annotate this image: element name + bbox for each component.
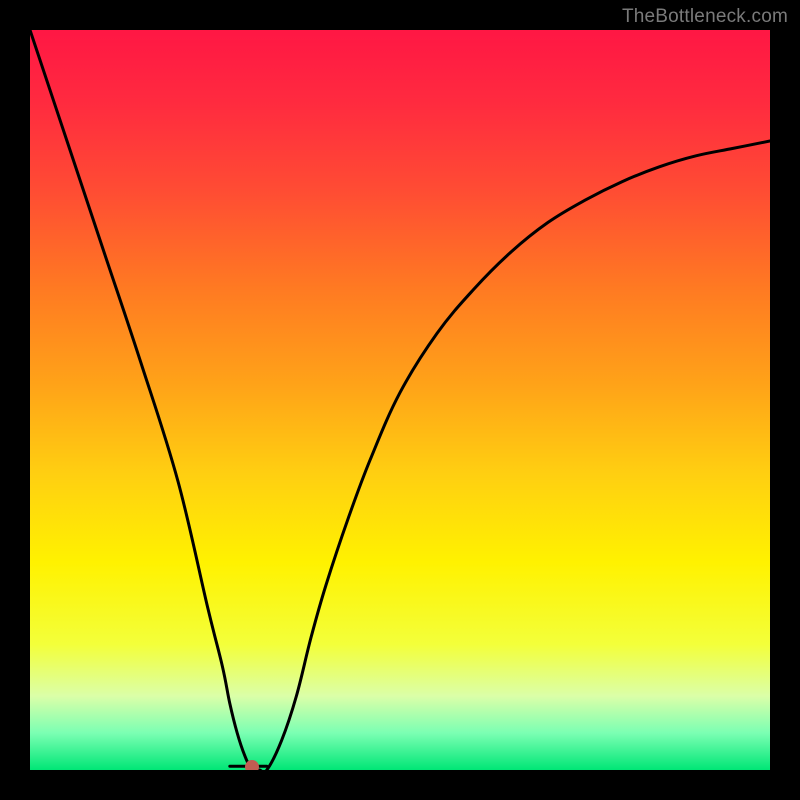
chart-plot (30, 30, 770, 770)
watermark-text: TheBottleneck.com (622, 6, 788, 28)
gradient-background (30, 30, 770, 770)
chart-frame: TheBottleneck.com (0, 0, 800, 800)
